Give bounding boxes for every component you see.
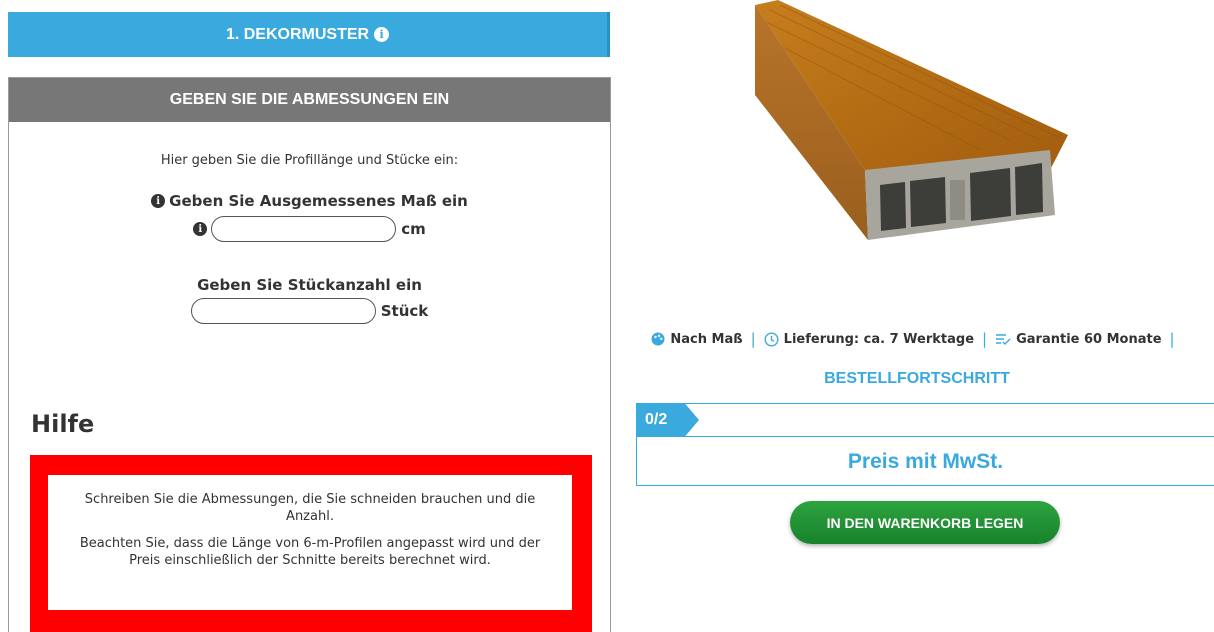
length-label: Geben Sie Ausgemessenes Maß ein [169, 192, 468, 210]
palette-icon [651, 332, 665, 346]
quantity-label: Geben Sie Stückanzahl ein [197, 276, 422, 294]
clock-icon [764, 331, 779, 347]
feature-strip: Nach Maß | Lieferung: ca. 7 Werktage | G… [620, 330, 1214, 348]
info-circle-icon[interactable]: i [193, 222, 208, 236]
quantity-label-row: Geben Sie Stückanzahl ein [9, 276, 610, 294]
decor-section-header[interactable]: 1. DEKORMUSTER i [8, 12, 610, 57]
length-input[interactable] [211, 216, 397, 242]
decor-section-title: 1. DEKORMUSTER [225, 25, 370, 43]
help-box: Schreiben Sie die Abmessungen, die Sie s… [30, 455, 592, 632]
list-check-icon [995, 332, 1011, 346]
help-title: Hilfe [31, 410, 95, 438]
progress-step-bar: 0/2 [637, 404, 1214, 437]
add-to-cart-button[interactable]: IN DEN WARENKORB LEGEN [790, 501, 1060, 544]
feature-delivery: Lieferung: ca. 7 Werktage [764, 332, 974, 347]
feature-label: Garantie 60 Monate [1016, 331, 1162, 347]
length-label-row: i Geben Sie Ausgemessenes Maß ein [9, 192, 610, 210]
feature-made-to-measure: Nach Maß [651, 331, 743, 347]
help-content: Schreiben Sie die Abmessungen, die Sie s… [48, 475, 572, 610]
dimensions-intro: Hier geben Sie die Profillänge und Stück… [160, 153, 459, 168]
product-image [755, 0, 1068, 240]
feature-separator: | [1169, 330, 1175, 348]
feature-warranty: Garantie 60 Monate [995, 331, 1162, 347]
info-circle-icon[interactable]: i [151, 194, 166, 208]
info-circle-icon[interactable]: i [374, 27, 390, 42]
order-progress-box: 0/2 Preis mit MwSt. [636, 403, 1214, 486]
quantity-unit: Stück [380, 302, 429, 320]
length-field-row: i cm [9, 216, 610, 242]
price-label: Preis mit MwSt. [847, 449, 1004, 473]
order-progress-title: BESTELLFORTSCHRITT [824, 370, 1010, 387]
feature-label: Lieferung: ca. 7 Werktage [783, 331, 975, 347]
feature-separator: | [750, 330, 756, 348]
quantity-field-row: Stück [9, 298, 610, 324]
feature-label: Nach Maß [670, 331, 743, 347]
help-paragraph: Beachten Sie, dass die Länge von 6-m-Pro… [79, 536, 541, 568]
feature-separator: | [982, 330, 988, 348]
dimensions-header: GEBEN SIE DIE ABMESSUNGEN EIN [9, 78, 610, 122]
progress-step-badge: 0/2 [637, 404, 699, 436]
help-paragraph: Schreiben Sie die Abmessungen, die Sie s… [84, 492, 536, 524]
length-unit: cm [401, 220, 426, 238]
quantity-input[interactable] [190, 298, 376, 324]
